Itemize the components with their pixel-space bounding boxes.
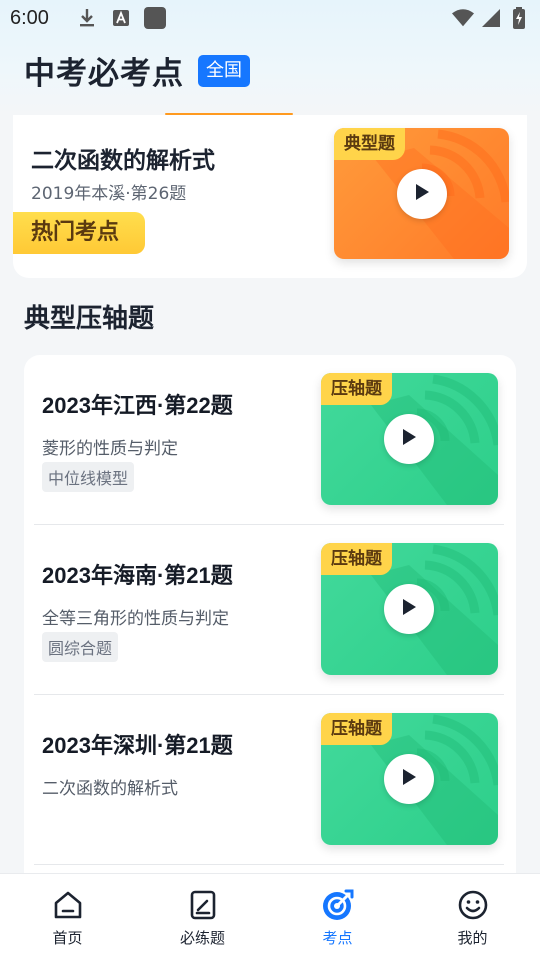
download-icon (76, 7, 98, 29)
featured-card[interactable]: 二次函数的解析式 2019年本溪·第26题 热门考点 典型题 (13, 113, 527, 278)
thumbnail-tag: 压轴题 (321, 543, 392, 575)
thumbnail-tag: 压轴题 (321, 713, 392, 745)
tab-label: 我的 (457, 929, 488, 947)
play-button[interactable] (384, 584, 434, 634)
list-item[interactable]: 2023年江西·第22题 菱形的性质与判定 中位线模型 压轴题 (24, 355, 516, 525)
square-icon (144, 7, 166, 29)
item-description: 菱形的性质与判定 (42, 439, 178, 459)
wifi-icon (452, 7, 474, 29)
status-bar: 6:00 (0, 0, 540, 36)
item-tag: 圆综合题 (42, 632, 119, 662)
featured-accent-line (165, 113, 293, 115)
play-icon (401, 428, 417, 450)
play-button[interactable] (384, 414, 434, 464)
tab-label: 首页 (52, 929, 83, 947)
region-selector[interactable]: 全国 (198, 54, 250, 87)
tab-profile[interactable]: 我的 (405, 874, 540, 960)
notebook-icon (185, 887, 221, 923)
tab-exam-points[interactable]: 考点 (270, 874, 405, 960)
divider (34, 864, 504, 865)
play-button[interactable] (384, 754, 434, 804)
tab-label: 考点 (322, 929, 353, 947)
play-icon (401, 768, 417, 790)
battery-icon (508, 7, 530, 29)
play-button[interactable] (397, 169, 447, 219)
item-title: 2023年江西·第22题 (42, 393, 233, 418)
hot-topic-tag: 热门考点 (13, 212, 145, 254)
item-tag: 中位线模型 (42, 462, 135, 492)
status-time: 6:00 (10, 6, 49, 29)
target-icon (320, 887, 356, 923)
tab-home[interactable]: 首页 (0, 874, 135, 960)
tab-label: 必练题 (179, 929, 225, 947)
bottom-tab-bar: 首页 必练题 考点 我的 (0, 873, 540, 960)
thumbnail-tag: 典型题 (334, 128, 405, 160)
smiley-icon (455, 887, 491, 923)
page-title: 中考必考点 (24, 56, 184, 92)
thumbnail-tag: 压轴题 (321, 373, 392, 405)
list-item[interactable]: 2023年深圳·第21题 二次函数的解析式 压轴题 (24, 695, 516, 865)
play-icon (401, 598, 417, 620)
play-icon (414, 183, 430, 205)
featured-video-thumbnail[interactable]: 典型题 (334, 128, 509, 259)
a-box-icon (110, 7, 132, 29)
list-item[interactable]: 2023年海南·第21题 全等三角形的性质与判定 圆综合题 压轴题 (24, 525, 516, 695)
item-description: 全等三角形的性质与判定 (42, 609, 229, 629)
featured-subtitle: 2019年本溪·第26题 (31, 184, 187, 204)
tab-practice[interactable]: 必练题 (135, 874, 270, 960)
video-thumbnail[interactable]: 压轴题 (321, 543, 498, 675)
video-thumbnail[interactable]: 压轴题 (321, 713, 498, 845)
featured-title: 二次函数的解析式 (31, 148, 215, 174)
home-icon (50, 887, 86, 923)
section-title: 典型压轴题 (24, 304, 155, 334)
page-header: 中考必考点 全国 (24, 48, 250, 93)
problem-list: 2023年江西·第22题 菱形的性质与判定 中位线模型 压轴题 2023年海南·… (24, 355, 516, 895)
signal-icon (480, 7, 502, 29)
item-title: 2023年海南·第21题 (42, 563, 233, 588)
item-description: 二次函数的解析式 (42, 779, 178, 799)
video-thumbnail[interactable]: 压轴题 (321, 373, 498, 505)
item-title: 2023年深圳·第21题 (42, 733, 233, 758)
